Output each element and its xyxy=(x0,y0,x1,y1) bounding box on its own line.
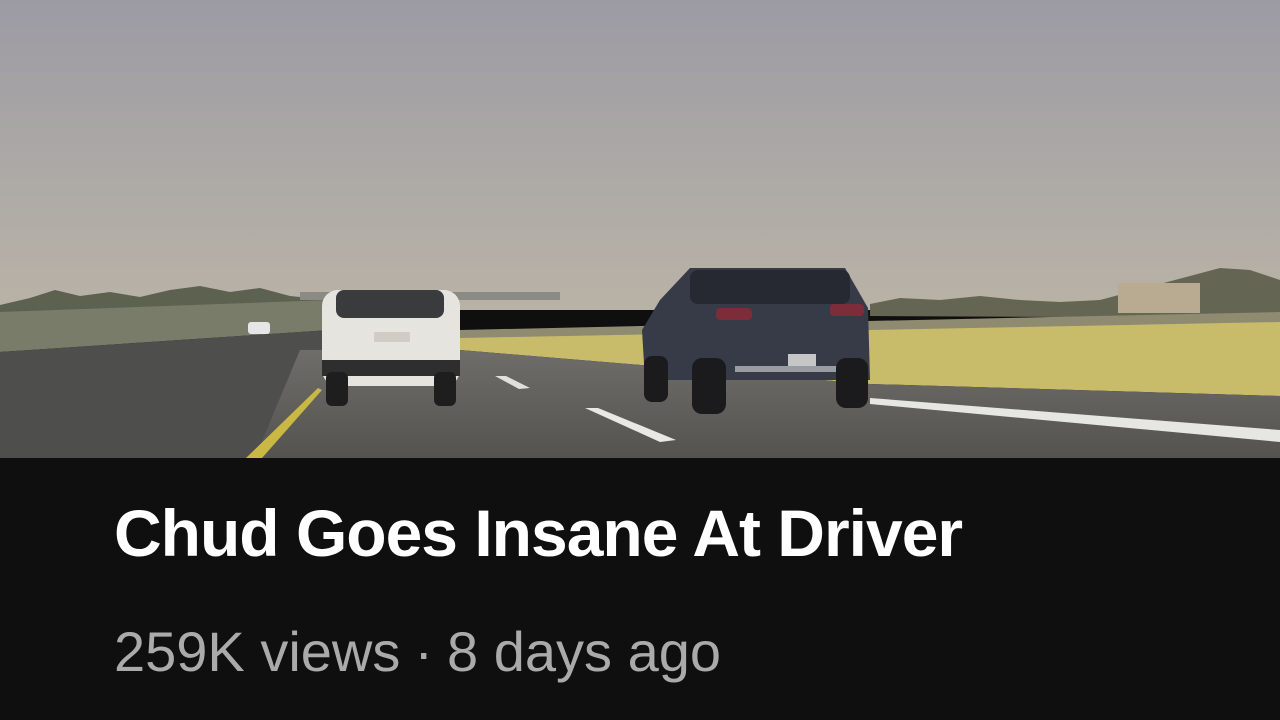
distant-building xyxy=(1118,283,1200,313)
video-thumbnail[interactable] xyxy=(0,0,1280,458)
video-metadata: 259K views · 8 days ago xyxy=(114,624,721,680)
view-count: 259K views xyxy=(114,620,401,683)
distant-car xyxy=(248,322,270,334)
separator-dot: · xyxy=(414,620,434,683)
sky xyxy=(0,0,1280,310)
video-title[interactable]: Chud Goes Insane At Driver xyxy=(114,500,963,566)
upload-age: 8 days ago xyxy=(447,620,722,683)
